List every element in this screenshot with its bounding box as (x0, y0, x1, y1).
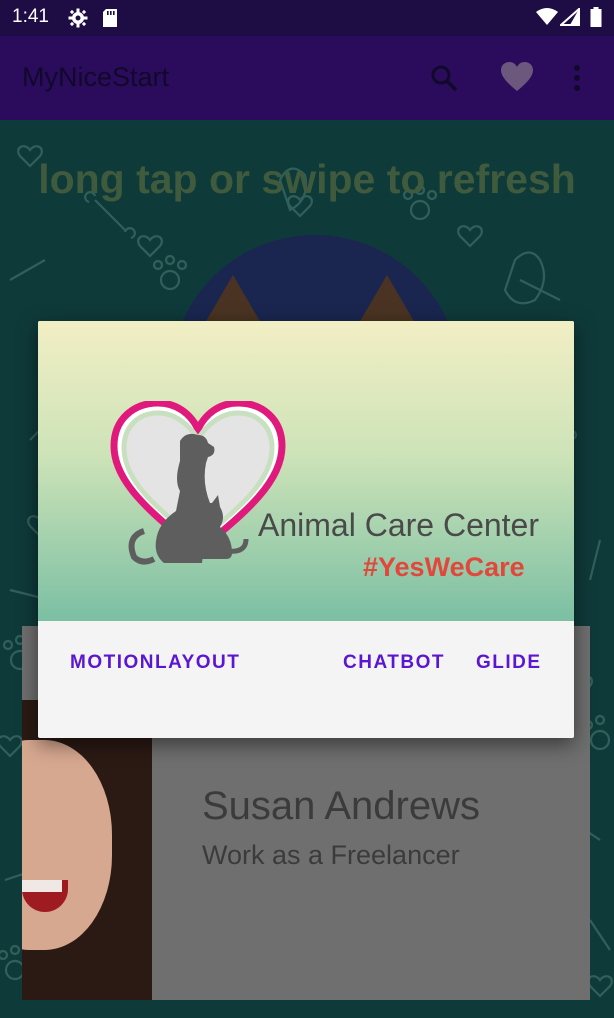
wifi-icon (536, 8, 558, 25)
center-name-text: Animal Care Center (258, 507, 539, 543)
dialog-header-image: Animal Care Center #YesWeCare (38, 321, 574, 621)
status-time: 1:41 (12, 6, 49, 27)
battery-icon (590, 7, 602, 27)
sd-card-icon (103, 9, 117, 27)
app-dialog: Animal Care Center #YesWeCare MOTIONLAYO… (38, 321, 574, 738)
animal-care-logo-icon (110, 401, 286, 565)
status-bar: 1:41 (0, 0, 614, 36)
motionlayout-button[interactable]: MOTIONLAYOUT (70, 652, 240, 674)
cell-signal-icon (560, 8, 580, 26)
glide-button[interactable]: GLIDE (476, 652, 542, 674)
chatbot-button[interactable]: CHATBOT (343, 652, 445, 674)
tagline-text: #YesWeCare (363, 552, 525, 582)
settings-gear-icon (68, 8, 88, 28)
